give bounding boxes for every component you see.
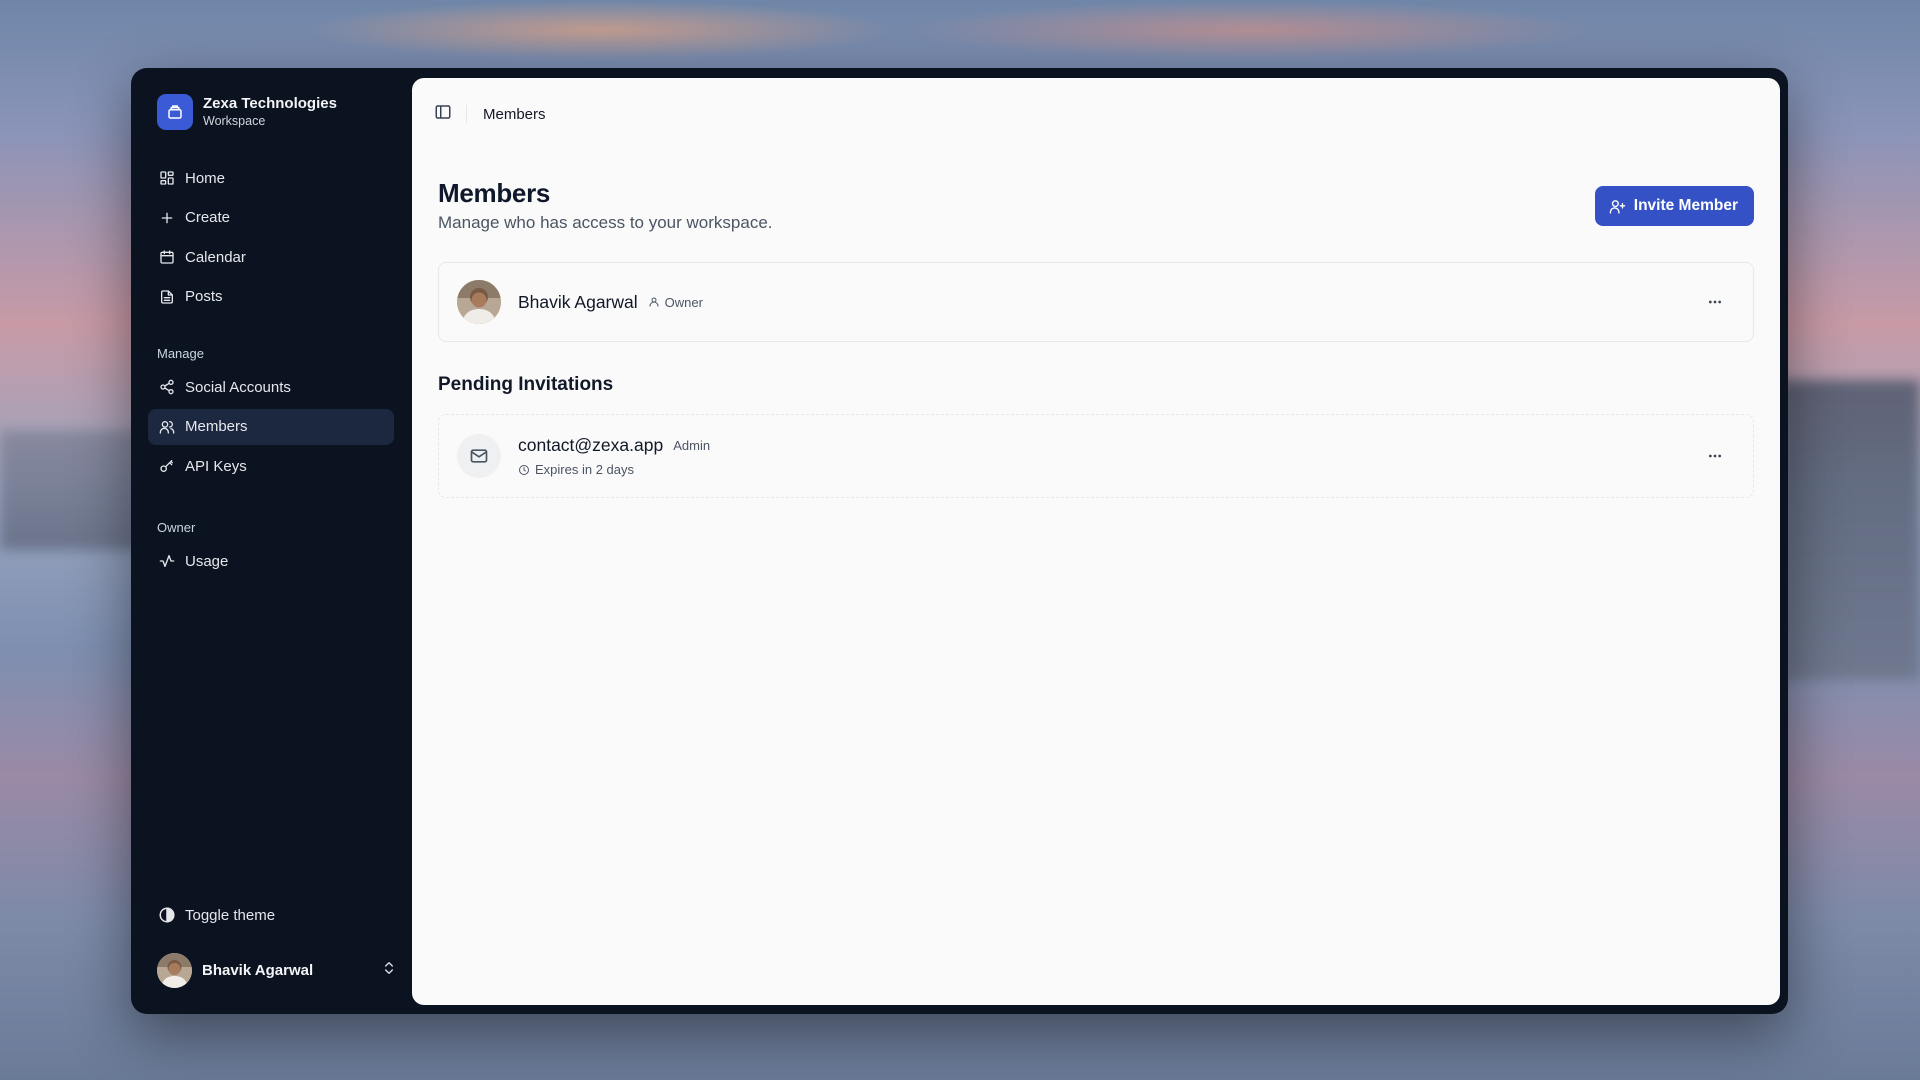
role-label: Owner [664, 294, 703, 310]
sidebar-toggle-icon[interactable] [434, 103, 452, 126]
sidebar-item-label: Posts [185, 288, 223, 305]
file-text-icon [158, 288, 176, 306]
chevrons-up-down-icon [381, 960, 397, 981]
pending-invitations-title: Pending Invitations [438, 374, 614, 395]
activity-icon [158, 552, 176, 570]
member-name: Bhavik Agarwal [518, 291, 638, 312]
background-glow [300, 0, 900, 60]
clock-icon [518, 464, 530, 476]
section-label-owner: Owner [157, 520, 196, 535]
invitation-role: Admin [673, 438, 711, 453]
workspace-subtitle: Workspace [203, 114, 266, 128]
sidebar-item-label: Home [185, 169, 226, 187]
avatar [457, 280, 501, 324]
more-horizontal-icon[interactable] [1703, 444, 1727, 468]
invitation-email: contact@zexa.app [518, 435, 664, 455]
background-shore [0, 430, 140, 550]
contrast-icon [158, 906, 176, 924]
background-glow [900, 0, 1600, 60]
user-name: Bhavik Agarwal [202, 961, 314, 979]
calendar-icon [158, 248, 176, 266]
user-menu[interactable]: Bhavik Agarwal [157, 952, 397, 988]
share-icon [158, 378, 176, 396]
avatar [157, 952, 192, 988]
toggle-theme-label: Toggle theme [185, 906, 276, 924]
member-row: Bhavik Agarwal Owner [438, 262, 1754, 342]
section-label-manage: Manage [157, 346, 204, 361]
sidebar-item-home[interactable]: Home [148, 160, 394, 196]
invite-member-button[interactable]: Invite Member [1594, 186, 1754, 226]
sidebar-item-social-accounts[interactable]: Social Accounts [148, 369, 394, 405]
key-icon [158, 457, 176, 475]
sidebar: Zexa Technologies Workspace Home Create … [131, 68, 412, 1014]
breadcrumb: Members [483, 105, 546, 123]
users-icon [158, 418, 176, 436]
manage-nav: Social Accounts Members API Keys [148, 369, 394, 488]
sidebar-item-members[interactable]: Members [148, 408, 394, 445]
sidebar-item-label: Calendar [185, 248, 246, 266]
sidebar-item-label: API Keys [185, 457, 247, 475]
sidebar-item-label: Social Accounts [185, 378, 291, 396]
sidebar-item-posts[interactable]: Posts [148, 279, 394, 315]
sidebar-item-calendar[interactable]: Calendar [148, 239, 394, 275]
workspace-switcher[interactable]: Zexa Technologies Workspace [157, 94, 337, 130]
sidebar-item-label: Usage [185, 552, 229, 570]
page-subtitle: Manage who has access to your workspace. [438, 213, 773, 232]
layout-grid-icon [158, 169, 176, 187]
page-title: Members [438, 178, 551, 208]
main-panel: Members Members Manage who has access to… [412, 78, 1780, 1005]
toggle-theme-button[interactable]: Toggle theme [158, 906, 275, 924]
sidebar-item-usage[interactable]: Usage [148, 543, 394, 579]
main-nav: Home Create Calendar Posts [148, 160, 394, 318]
sidebar-item-label: Create [185, 209, 231, 226]
topbar: Members [434, 102, 546, 126]
background-rocks [1780, 380, 1920, 680]
invitation-row: contact@zexa.app Admin Expires in 2 days [438, 414, 1754, 498]
sidebar-item-api-keys[interactable]: API Keys [148, 448, 394, 484]
invitation-expiry: Expires in 2 days [535, 462, 634, 477]
invite-member-label: Invite Member [1633, 197, 1738, 214]
user-icon [648, 296, 660, 308]
app-window: Zexa Technologies Workspace Home Create … [131, 68, 1788, 1014]
mail-icon [457, 434, 501, 478]
user-plus-icon [1609, 198, 1626, 215]
owner-nav: Usage [148, 543, 394, 583]
sidebar-item-create[interactable]: Create [148, 200, 394, 236]
topbar-divider [466, 105, 467, 123]
workspace-name: Zexa Technologies [203, 95, 337, 112]
sidebar-item-label: Members [185, 418, 248, 435]
role-badge: Owner [648, 295, 703, 310]
plus-icon [158, 209, 176, 227]
more-horizontal-icon[interactable] [1703, 290, 1727, 314]
workspace-logo-icon [157, 94, 193, 130]
